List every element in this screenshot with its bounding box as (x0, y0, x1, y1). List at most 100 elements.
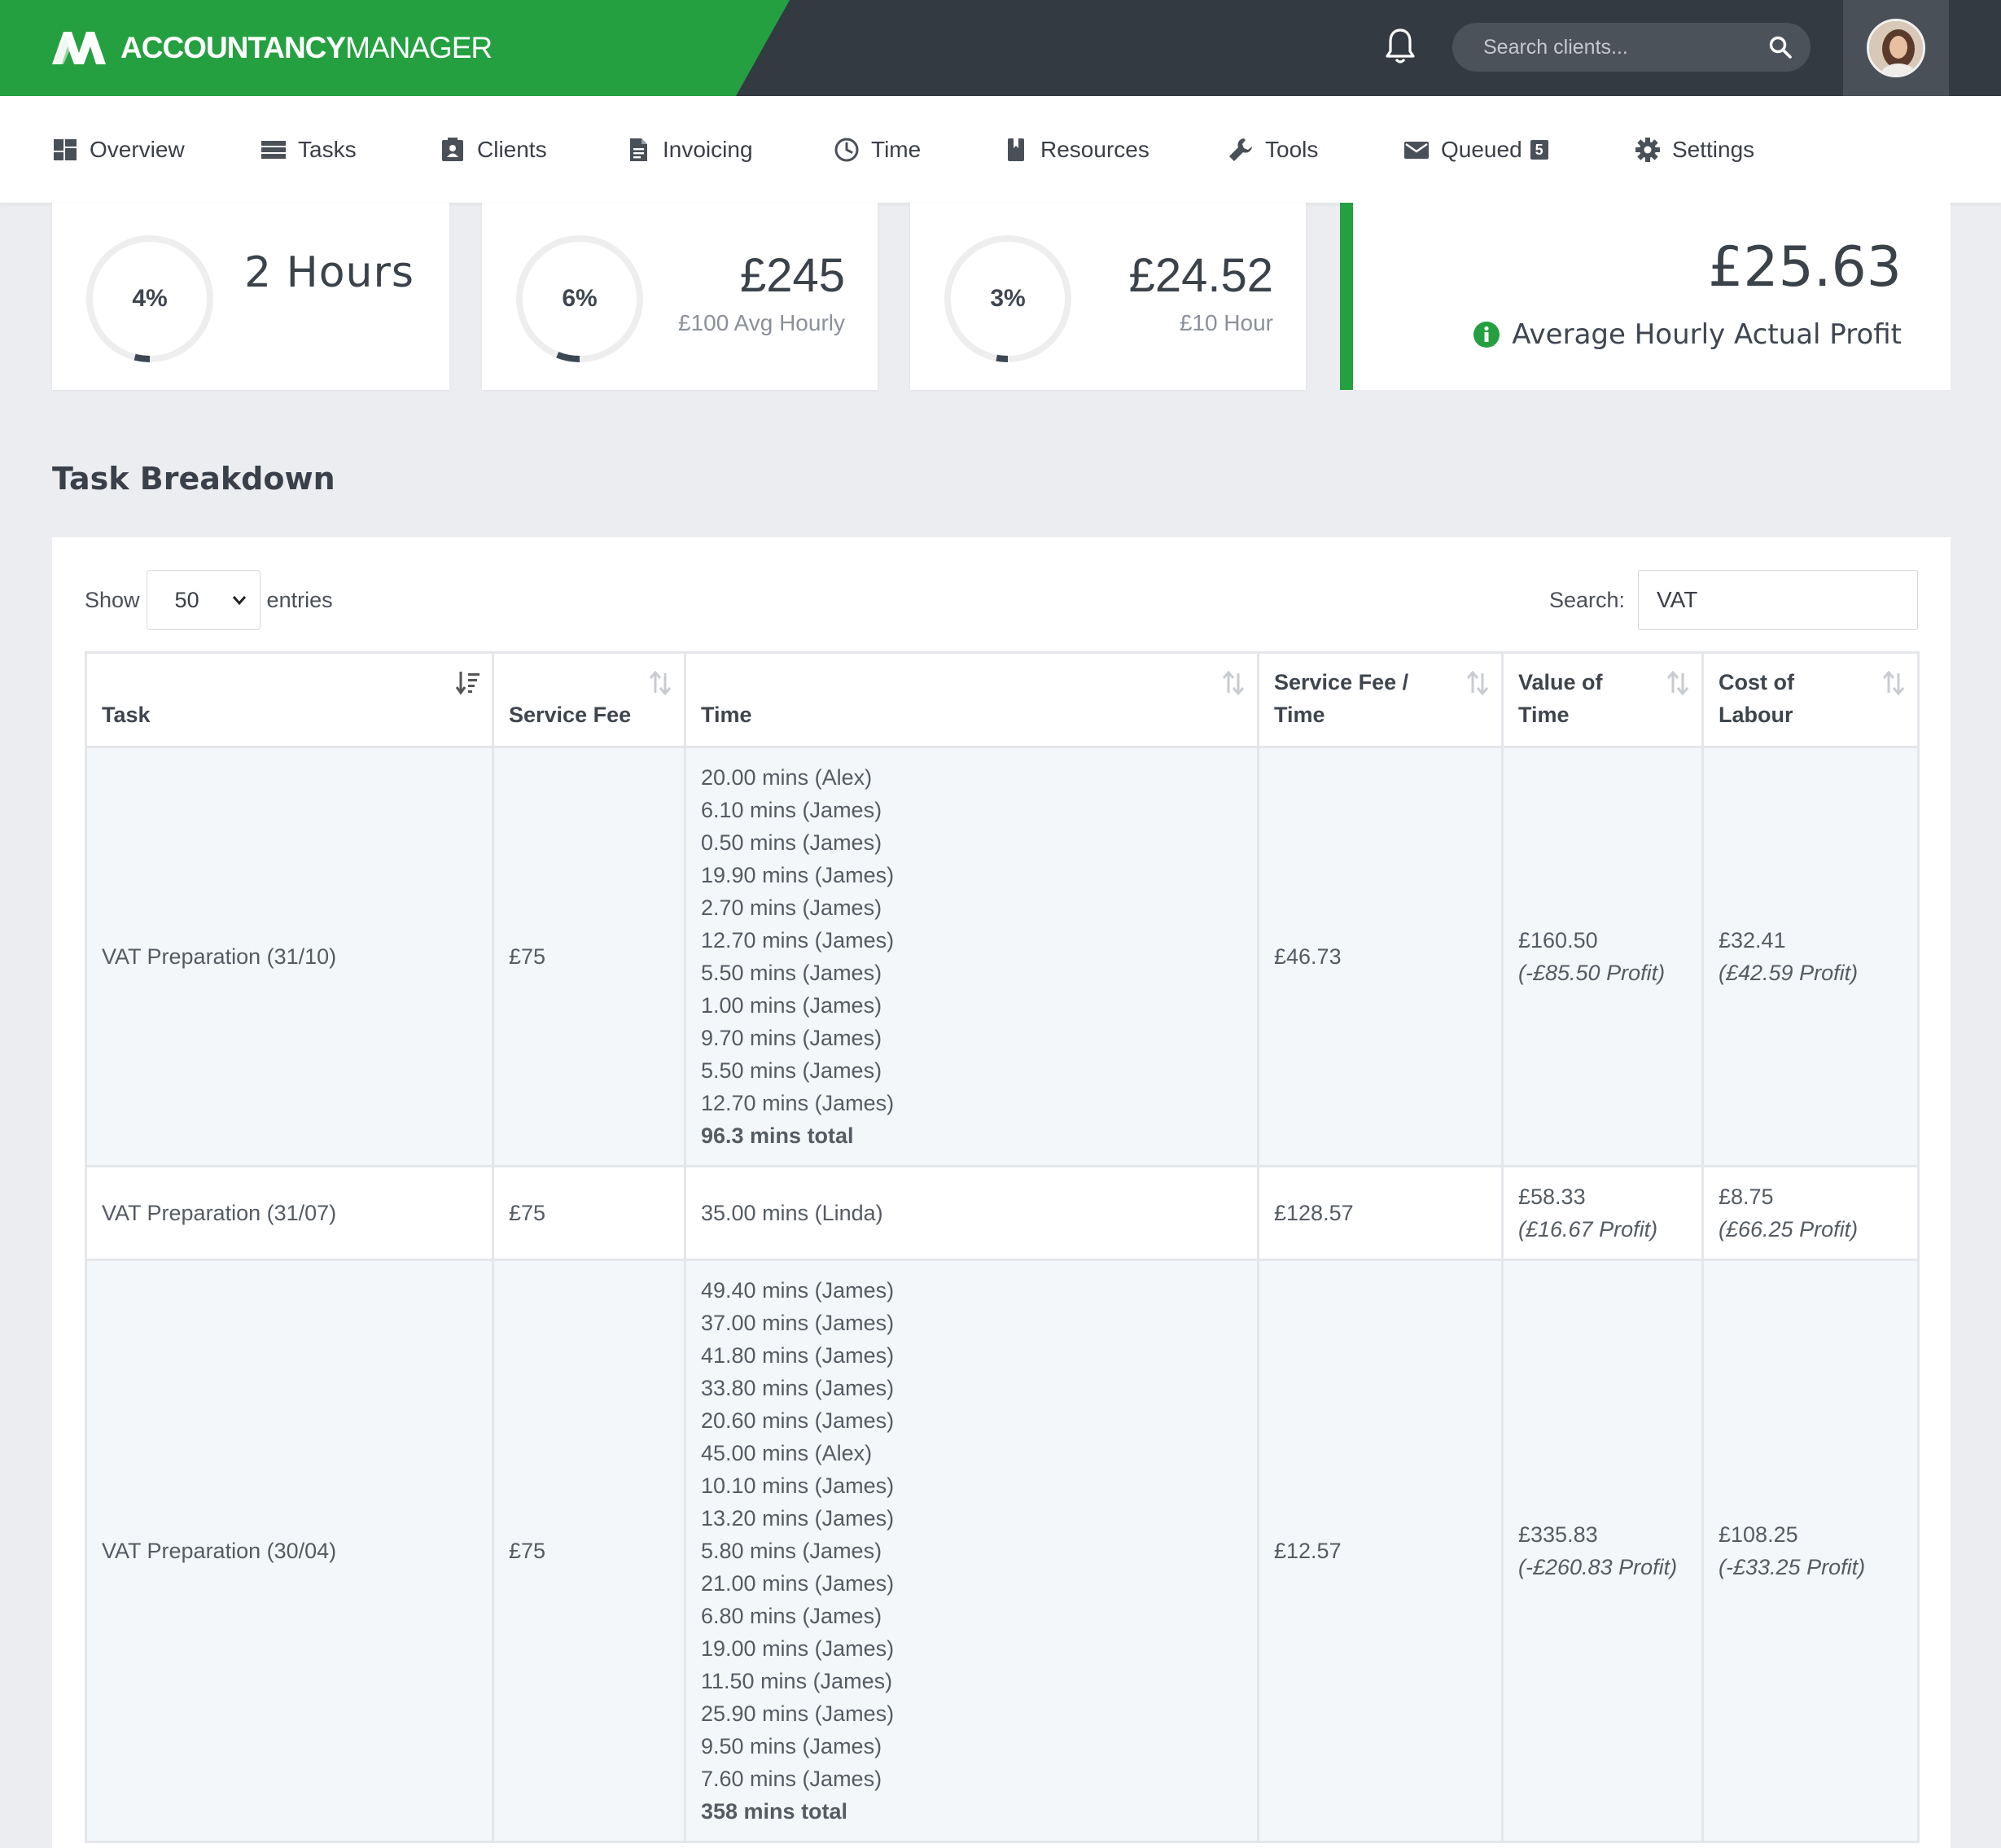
task-name: VAT Preparation (30/04) (102, 1539, 337, 1563)
nav-invoicing-label: Invoicing (663, 136, 753, 162)
time-cell: 35.00 mins (Linda) (684, 1165, 1259, 1261)
sort-icon (649, 670, 672, 696)
column-header-task[interactable]: Task (85, 651, 494, 748)
main-nav: Overview Tasks Clients Invoicing Time Re… (0, 96, 2001, 203)
time-entry: 19.00 mins (James) (701, 1636, 895, 1661)
fee-per-time: £12.57 (1274, 1539, 1342, 1563)
cost-sub: £10 Hour (1179, 310, 1273, 335)
time-entry: 37.00 mins (James) (701, 1311, 895, 1335)
table-search-input[interactable] (1638, 570, 1918, 630)
entries-length: Show 50 entries (85, 570, 333, 630)
time-entry: 10.10 mins (James) (701, 1474, 895, 1498)
column-header-fee-per-time[interactable]: Service Fee / Time (1257, 651, 1504, 748)
time-entry: 12.70 mins (James) (701, 928, 895, 952)
column-header-value-of-time[interactable]: Value of Time (1501, 651, 1704, 748)
fee-percent: 6% (562, 285, 598, 312)
task-breakdown-panel: Show 50 entries Search: Task Service Fee… (52, 537, 1951, 1848)
client-search-input[interactable] (1483, 35, 1768, 59)
time-entry: 7.60 mins (James) (701, 1767, 882, 1791)
task-cell: VAT Preparation (30/04) (85, 1259, 494, 1843)
nav-queued-label: Queued (1441, 136, 1522, 162)
cost-profit: (£66.25 Profit) (1719, 1217, 1859, 1241)
entries-select[interactable]: 50 (146, 570, 261, 630)
nav-overview-label: Overview (90, 136, 185, 162)
entries-label: entries (266, 587, 333, 612)
time-entry: 5.50 mins (James) (701, 1058, 882, 1083)
time-entry: 5.50 mins (James) (701, 961, 882, 985)
tasks-icon (261, 140, 286, 159)
avatar-photo (1869, 21, 1923, 75)
nav-resources[interactable]: Resources (1003, 96, 1149, 203)
time-entry: 33.80 mins (James) (701, 1376, 895, 1400)
value-of-time: £58.33 (1518, 1185, 1586, 1209)
column-header-service-fee-label: Service Fee (509, 703, 632, 727)
task-table-body: VAT Preparation (31/10) £75 20.00 mins (Al… (85, 746, 1920, 1843)
nav-tools[interactable]: Tools (1228, 96, 1318, 203)
fee-per-time-cell: £12.57 (1257, 1259, 1504, 1843)
cost-of-labour-cell: £8.75 (£66.25 Profit) (1701, 1165, 1920, 1261)
entries-select-value: 50 (174, 587, 199, 612)
nav-settings-label: Settings (1672, 136, 1755, 162)
client-search (1452, 23, 1811, 72)
clock-icon (834, 138, 859, 161)
task-table: Task Service Fee Time Service Fee / Time… (85, 651, 1920, 1843)
brand-name-bold: ACCOUNTANCY (120, 31, 346, 64)
brand[interactable]: ACCOUNTANCYMANAGER (0, 0, 790, 96)
column-header-task-label: Task (102, 703, 151, 727)
sort-icon (1466, 670, 1489, 696)
service-fee: £75 (509, 1539, 546, 1563)
cost-of-labour: £108.25 (1719, 1522, 1798, 1547)
cost-of-labour: £8.75 (1719, 1185, 1774, 1209)
top-header: ACCOUNTANCYMANAGER (0, 0, 2001, 96)
nav-clients[interactable]: Clients (440, 96, 547, 203)
queued-count-badge: 5 (1530, 139, 1548, 160)
fee-card: 6% £245 £100 Avg Hourly (482, 203, 878, 390)
nav-time[interactable]: Time (834, 96, 921, 203)
nav-invoicing[interactable]: Invoicing (625, 96, 753, 203)
time-entry: 6.80 mins (James) (701, 1604, 882, 1628)
time-total: 358 mins total (701, 1799, 848, 1824)
brand-name-light: MANAGER (345, 31, 493, 64)
bell-icon[interactable] (1384, 27, 1416, 66)
time-entry: 41.80 mins (James) (701, 1343, 895, 1368)
sort-icon (1882, 670, 1905, 696)
column-header-service-fee[interactable]: Service Fee (492, 651, 686, 748)
time-entry: 11.50 mins (James) (701, 1669, 893, 1693)
time-entry: 19.90 mins (James) (701, 863, 895, 887)
table-search-label: Search: (1548, 587, 1625, 612)
time-entry: 49.40 mins (James) (701, 1278, 895, 1303)
time-entry: 20.60 mins (James) (701, 1408, 895, 1433)
contact-card-icon (442, 137, 463, 161)
time-entry: 9.70 mins (James) (701, 1026, 882, 1050)
column-header-cost-of-labour[interactable]: Cost of Labour (1701, 651, 1920, 748)
search-icon[interactable] (1768, 35, 1793, 59)
column-header-time[interactable]: Time (684, 651, 1259, 748)
cost-of-labour-cell: £32.41 (£42.59 Profit) (1701, 746, 1920, 1167)
value-of-time-cell: £58.33 (£16.67 Profit) (1501, 1165, 1704, 1261)
nav-clients-label: Clients (477, 136, 547, 162)
nav-settings[interactable]: Settings (1635, 96, 1754, 203)
hours-value: 2 Hours (244, 248, 414, 297)
hours-percent: 4% (132, 285, 168, 312)
info-icon[interactable] (1473, 321, 1500, 348)
cost-value: £24.52 (1128, 249, 1273, 302)
profit-value: £25.63 (1708, 235, 1902, 300)
nav-tasks-label: Tasks (298, 136, 357, 162)
time-entry: 12.70 mins (James) (701, 1091, 895, 1115)
nav-overview[interactable]: Overview (52, 96, 185, 203)
profit-card: £25.63 Average Hourly Actual Profit (1340, 203, 1951, 390)
time-entry: 45.00 mins (Alex) (701, 1441, 873, 1465)
task-cell: VAT Preparation (31/07) (85, 1165, 494, 1261)
service-fee-cell: £75 (492, 1165, 686, 1261)
nav-queued[interactable]: Queued 5 (1403, 96, 1548, 203)
wrench-icon (1229, 138, 1252, 161)
value-of-time: £335.83 (1518, 1522, 1598, 1547)
time-entry: 20.00 mins (Alex) (701, 765, 873, 790)
hours-card: 4% 2 Hours (52, 203, 449, 390)
time-entry: 0.50 mins (James) (701, 830, 882, 855)
profit-label: Average Hourly Actual Profit (1473, 318, 1902, 351)
nav-tasks[interactable]: Tasks (261, 96, 357, 203)
user-menu[interactable] (1843, 0, 1949, 96)
time-cell: 20.00 mins (Alex) 6.10 mins (James) 0.50 m… (684, 746, 1259, 1167)
avatar[interactable] (1867, 19, 1925, 77)
